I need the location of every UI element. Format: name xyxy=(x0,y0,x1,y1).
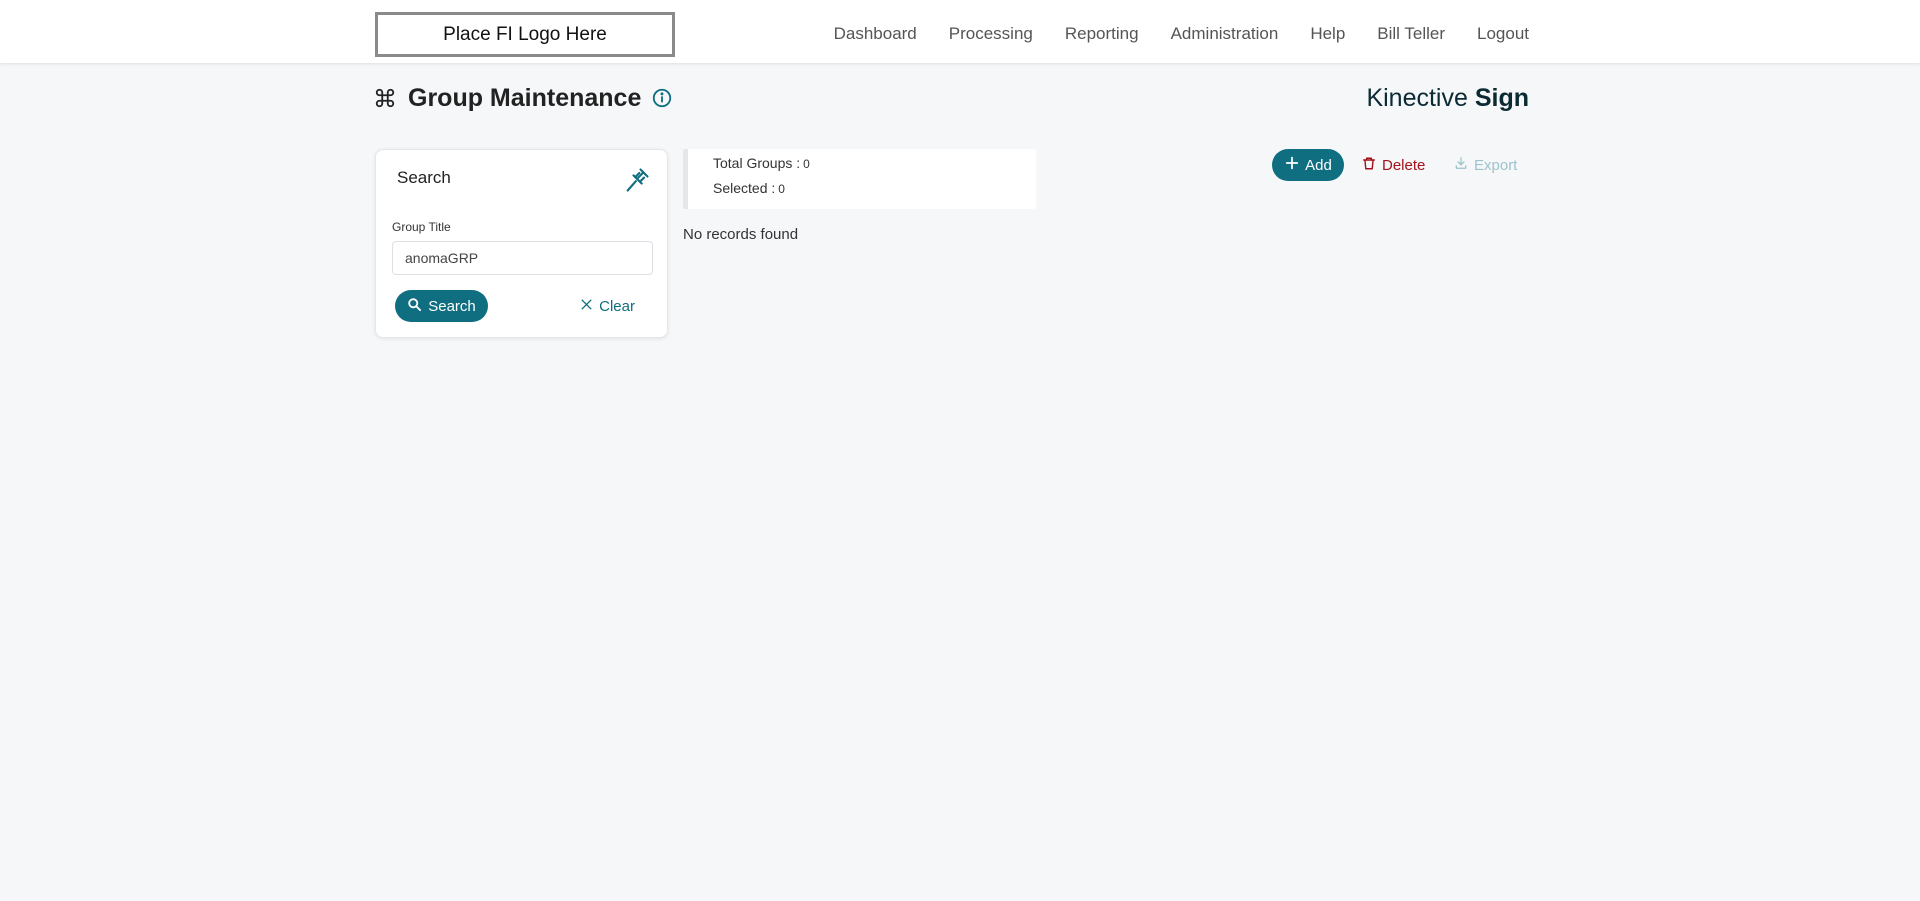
add-button-label: Add xyxy=(1305,156,1332,174)
empty-state-message: No records found xyxy=(683,226,799,243)
group-title-label: Group Title xyxy=(392,220,451,234)
brand-logo: Kinective Sign xyxy=(1366,84,1529,113)
nav-help[interactable]: Help xyxy=(1310,24,1345,44)
selected-label: Selected : xyxy=(713,180,776,196)
nav-administration[interactable]: Administration xyxy=(1171,24,1279,44)
page-title: Group Maintenance xyxy=(408,83,642,112)
download-icon xyxy=(1454,156,1468,174)
close-icon xyxy=(580,298,593,315)
delete-button-label: Delete xyxy=(1382,156,1426,174)
clear-button[interactable]: Clear xyxy=(580,290,635,322)
selected-count: Selected :0 xyxy=(713,180,785,196)
search-panel: Search Group Title Search Clear xyxy=(375,149,668,338)
brand-name: Kinective xyxy=(1366,84,1475,112)
search-button[interactable]: Search xyxy=(395,290,488,322)
main-nav: Dashboard Processing Reporting Administr… xyxy=(802,0,1529,68)
info-icon[interactable] xyxy=(651,87,673,109)
add-button[interactable]: Add xyxy=(1272,149,1344,181)
logo-text: Place FI Logo Here xyxy=(443,23,607,45)
nav-processing[interactable]: Processing xyxy=(949,24,1033,44)
nav-logout[interactable]: Logout xyxy=(1477,24,1529,44)
delete-button[interactable]: Delete xyxy=(1362,149,1425,181)
group-title-input[interactable] xyxy=(392,241,653,275)
pin-icon[interactable] xyxy=(623,166,651,194)
total-groups-label: Total Groups : xyxy=(713,155,801,171)
fi-logo-placeholder[interactable]: Place FI Logo Here xyxy=(375,12,675,57)
export-button[interactable]: Export xyxy=(1454,149,1517,181)
search-icon xyxy=(407,297,422,316)
clear-button-label: Clear xyxy=(599,297,635,315)
plus-icon xyxy=(1284,155,1300,175)
trash-icon xyxy=(1362,156,1376,175)
selected-value: 0 xyxy=(778,182,785,196)
page-title-row: Group Maintenance xyxy=(374,82,673,114)
search-button-label: Search xyxy=(428,297,476,315)
nav-reporting[interactable]: Reporting xyxy=(1065,24,1139,44)
results-summary: Total Groups :0 Selected :0 xyxy=(683,149,1036,209)
search-panel-title: Search xyxy=(397,168,451,187)
total-groups-value: 0 xyxy=(803,157,810,171)
nav-user-menu[interactable]: Bill Teller xyxy=(1377,24,1445,44)
nav-dashboard[interactable]: Dashboard xyxy=(834,24,917,44)
brand-product: Sign xyxy=(1474,84,1529,112)
top-bar: Place FI Logo Here Dashboard Processing … xyxy=(0,0,1920,63)
export-button-label: Export xyxy=(1474,156,1518,174)
command-icon xyxy=(374,87,396,109)
total-groups: Total Groups :0 xyxy=(713,155,810,171)
